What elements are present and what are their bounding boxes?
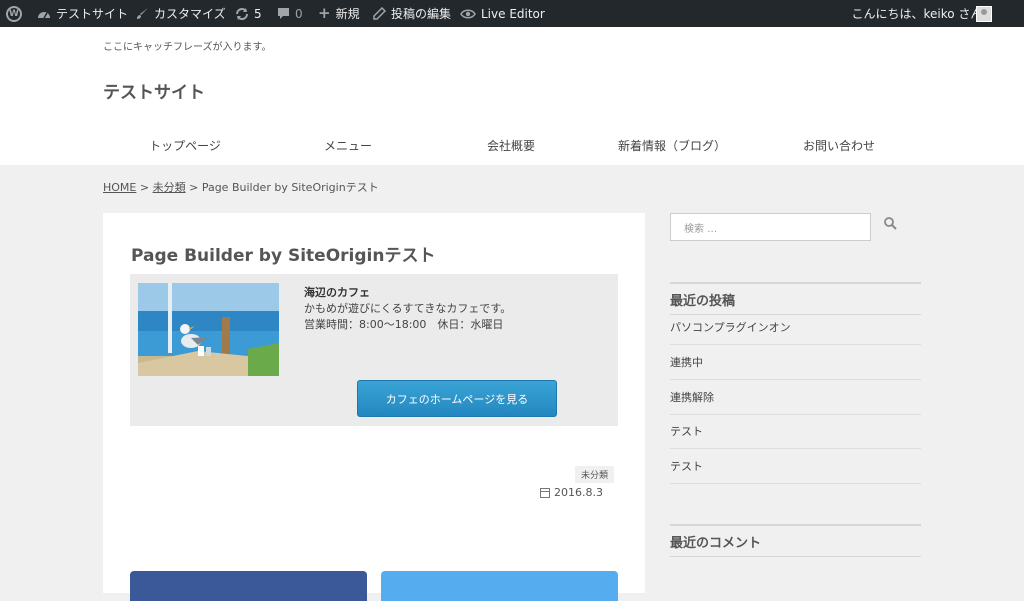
nav-item-contact[interactable]: お問い合わせ — [803, 137, 875, 154]
nav-item-company[interactable]: 会社概要 — [487, 137, 535, 154]
cafe-photo — [138, 283, 279, 376]
admin-updates-count: 5 — [254, 6, 262, 21]
recent-post-item[interactable]: 連携中 — [670, 345, 921, 380]
admin-site-name-label: テストサイト — [56, 7, 129, 21]
category-badge[interactable]: 未分類 — [575, 466, 615, 483]
admin-account[interactable] — [976, 0, 992, 27]
admin-greeting-label: こんにちは、keiko さん ! — [851, 7, 991, 21]
widget-line-1: かもめが遊びにくるすてきなカフェです。 — [304, 302, 512, 315]
cafe-homepage-button[interactable]: カフェのホームページを見る — [357, 380, 557, 417]
search-icon[interactable] — [884, 217, 897, 230]
plus-icon: + — [318, 4, 331, 22]
widget-line-2: 営業時間：8:00〜18:00 休日：水曜日 — [304, 318, 504, 331]
breadcrumb-separator: > — [139, 181, 150, 194]
breadcrumb: HOME > 未分類 > Page Builder by SiteOriginテ… — [103, 179, 379, 195]
search-input[interactable]: 検索 … — [670, 213, 871, 241]
breadcrumb-category-link[interactable]: 未分類 — [153, 181, 186, 194]
post-title: Page Builder by SiteOriginテスト — [131, 246, 436, 266]
comment-icon — [278, 8, 289, 19]
admin-edit-post[interactable]: 投稿の編集 — [373, 0, 451, 27]
admin-comments-count: 0 — [295, 6, 303, 21]
calendar-icon — [540, 487, 550, 498]
site-title[interactable]: テストサイト — [103, 78, 205, 103]
post-article: Page Builder by SiteOriginテスト 海辺のカフェ かもめ… — [103, 213, 645, 601]
pencil-icon — [373, 7, 386, 20]
admin-site-name[interactable]: テストサイト — [37, 0, 128, 27]
admin-edit-post-label: 投稿の編集 — [391, 7, 452, 21]
widget-description: かもめが遊びにくるすてきなカフェです。 営業時間：8:00〜18:00 休日：水… — [304, 301, 511, 333]
breadcrumb-home-link[interactable]: HOME — [103, 181, 136, 194]
updates-icon — [236, 7, 248, 20]
avatar — [976, 5, 992, 22]
nav-item-news-blog[interactable]: 新着情報（ブログ） — [618, 137, 726, 154]
cafe-widget: 海辺のカフェ かもめが遊びにくるすてきなカフェです。 営業時間：8:00〜18:… — [130, 274, 618, 426]
site-header: ここにキャッチフレーズが入ります。 テストサイト トップページ メニュー 会社概… — [0, 27, 1024, 165]
recent-post-item[interactable]: 連携解除 — [670, 380, 921, 415]
dashboard-icon — [38, 11, 50, 18]
breadcrumb-current: Page Builder by SiteOriginテスト — [201, 181, 379, 194]
post-date-label: 2016.8.3 — [554, 486, 603, 499]
admin-customize[interactable]: カスタマイズ — [136, 0, 226, 27]
breadcrumb-separator: > — [189, 181, 199, 194]
admin-new[interactable]: + 新規 — [318, 0, 360, 27]
recent-comments-heading: 最近のコメント — [670, 524, 921, 557]
admin-account-greeting[interactable]: こんにちは、keiko さん ! — [851, 0, 991, 27]
recent-post-item[interactable]: パソコンプラグインオン — [670, 310, 921, 345]
widget-title: 海辺のカフェ — [304, 286, 370, 299]
recent-post-item[interactable]: テスト — [670, 414, 921, 449]
admin-updates[interactable]: 5 — [235, 0, 262, 27]
twitter-share-button[interactable] — [381, 571, 618, 601]
eye-icon — [460, 9, 476, 18]
post-date: 2016.8.3 — [540, 486, 603, 499]
admin-live-editor[interactable]: Live Editor — [460, 0, 545, 27]
wordpress-menu[interactable]: W — [6, 0, 22, 27]
admin-comments[interactable]: 0 — [277, 0, 303, 27]
admin-live-editor-label: Live Editor — [481, 6, 545, 21]
admin-new-label: 新規 — [335, 7, 360, 21]
facebook-share-button[interactable] — [130, 571, 367, 601]
nav-item-menu[interactable]: メニュー — [324, 137, 372, 154]
admin-customize-label: カスタマイズ — [154, 7, 226, 21]
nav-item-top-page[interactable]: トップページ — [149, 137, 221, 154]
wordpress-icon: W — [6, 5, 22, 22]
admin-bar: W テストサイト カスタマイズ 5 0 + 新規 投稿の編集 Live Edit… — [0, 0, 1024, 27]
recent-post-item[interactable]: テスト — [670, 449, 921, 484]
brush-icon — [137, 8, 148, 19]
site-tagline: ここにキャッチフレーズが入ります。 — [103, 42, 272, 53]
